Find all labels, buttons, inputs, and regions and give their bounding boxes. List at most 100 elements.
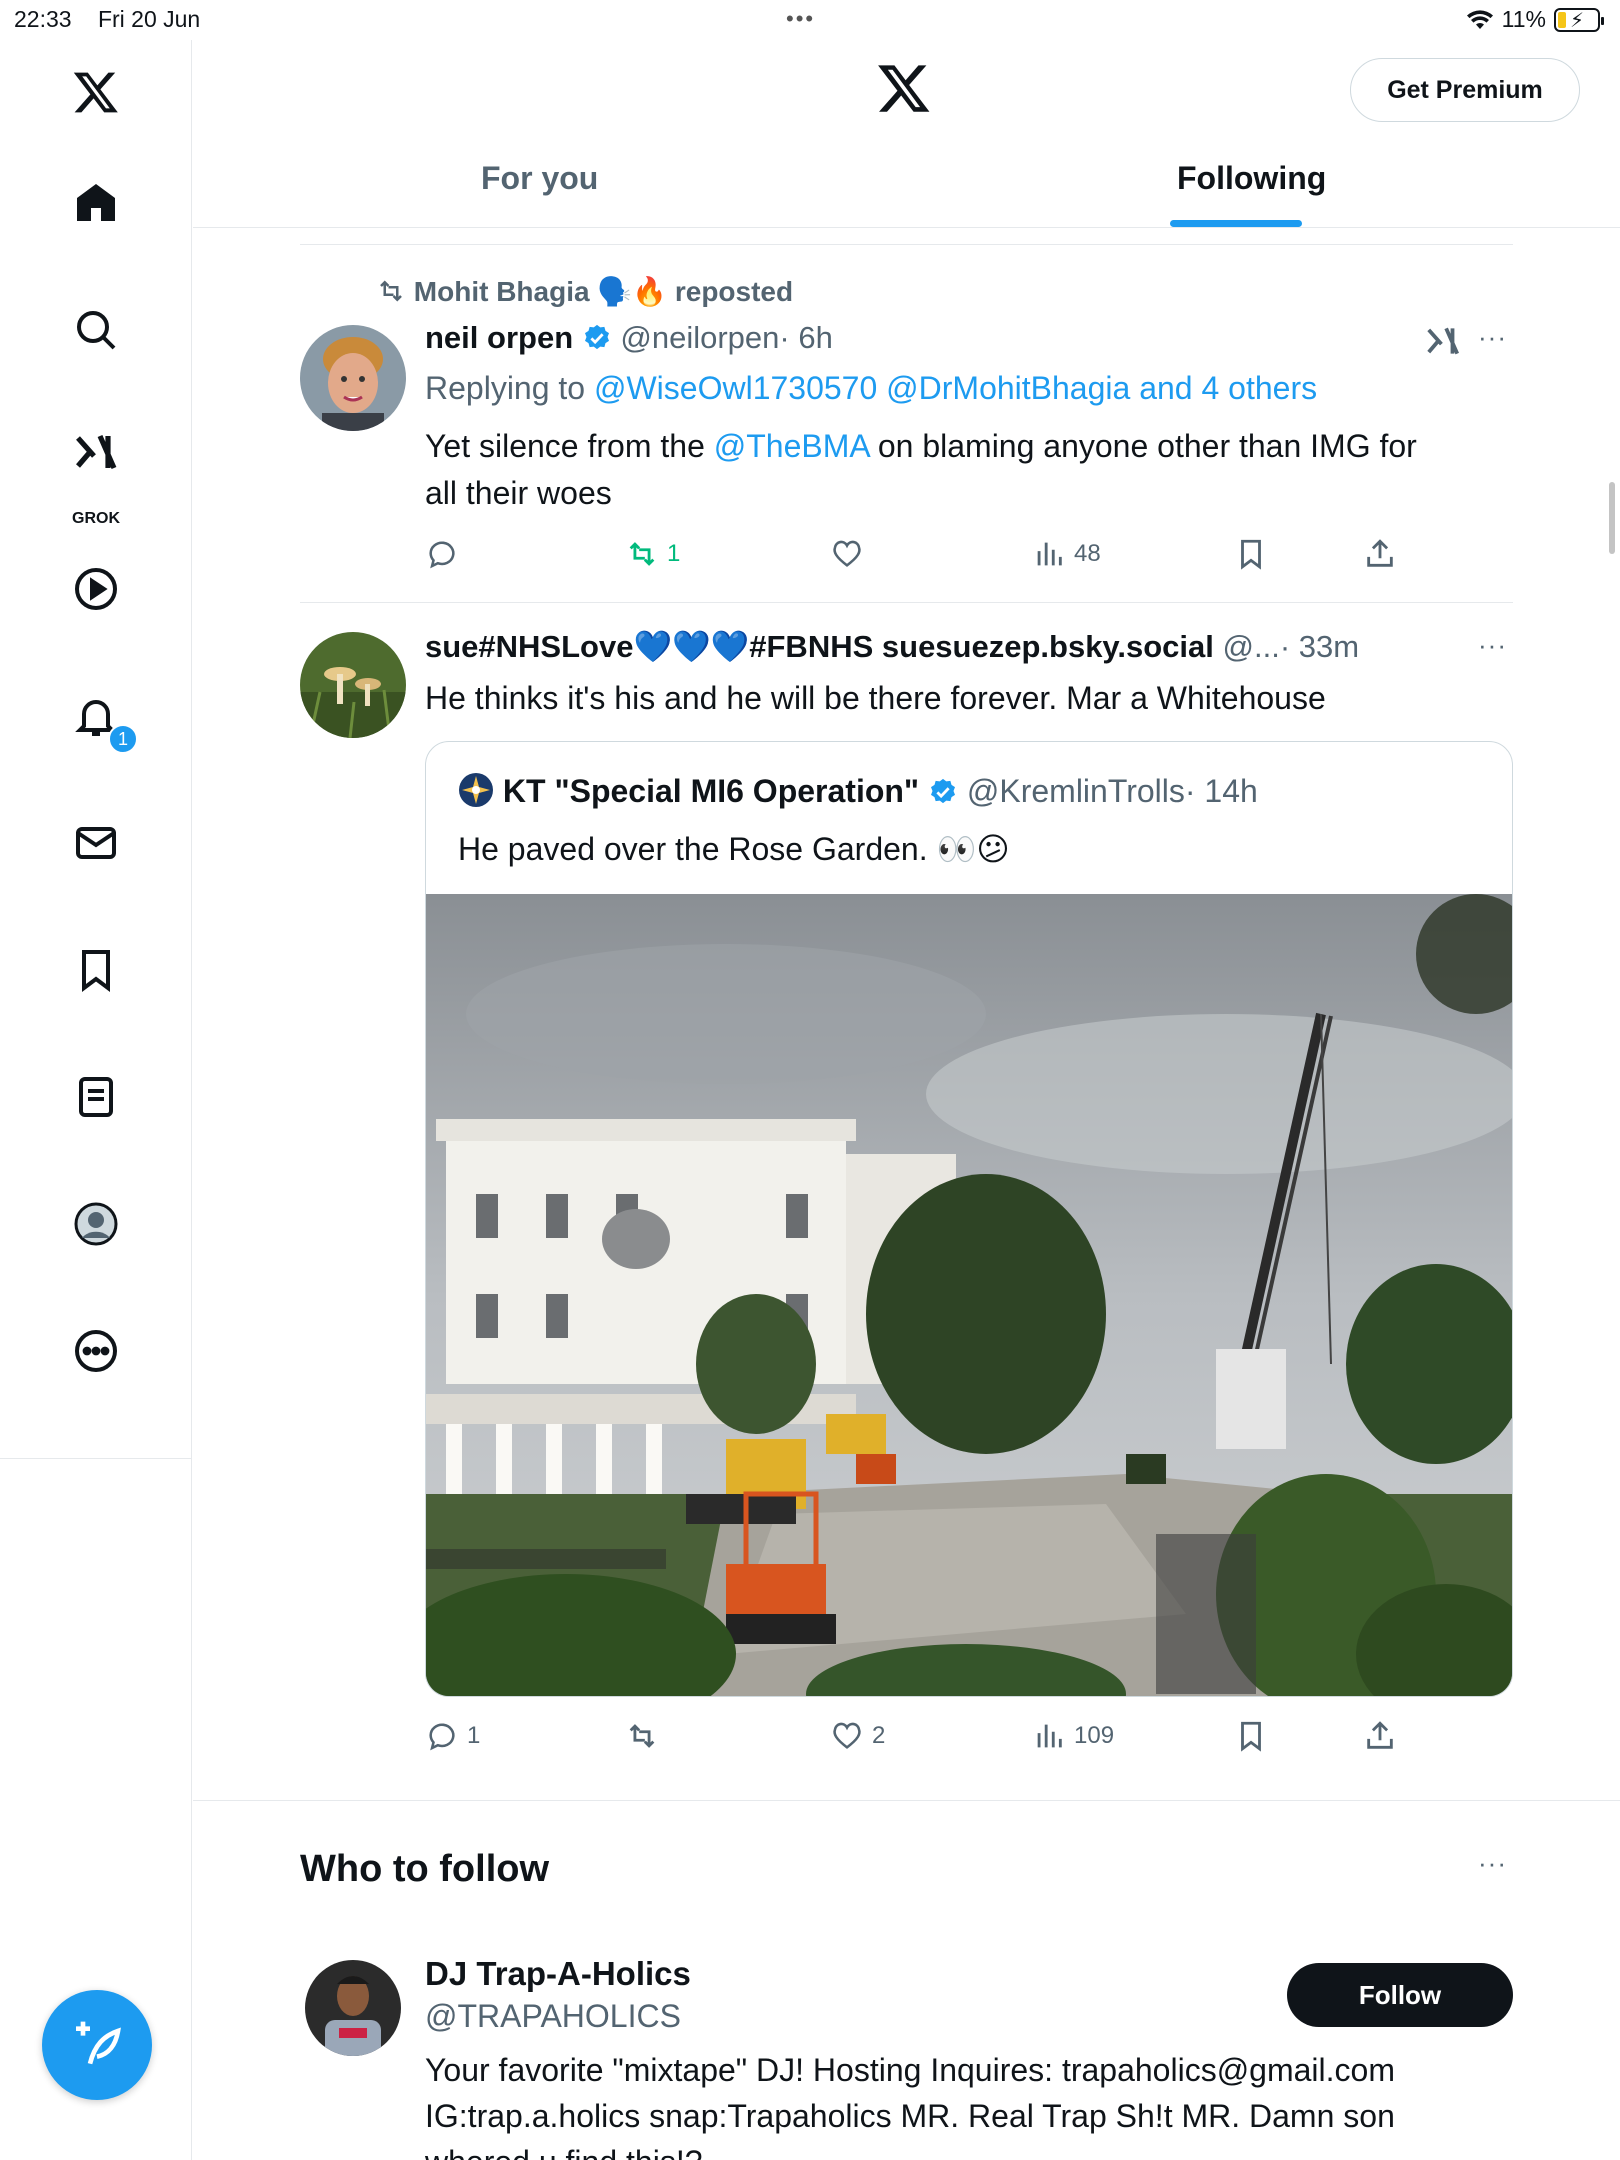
user-bio-line: Your favorite "mixtape" DJ! Hosting Inqu… <box>425 2052 1395 2088</box>
battery-icon: ⚡ <box>1554 7 1604 32</box>
divider <box>300 244 1513 245</box>
share-icon <box>1367 539 1393 567</box>
x-logo-icon[interactable] <box>66 62 126 122</box>
avatar[interactable] <box>300 325 406 431</box>
heart-icon <box>833 540 861 567</box>
user-handle[interactable]: @TRAPAHOLICS <box>425 1998 681 2035</box>
views-icon <box>1037 542 1062 566</box>
tweet-text-part: Yet silence from the <box>425 428 705 464</box>
list-icon[interactable] <box>66 1067 126 1127</box>
author-handle[interactable]: @neilorpen <box>620 320 779 355</box>
share-button[interactable] <box>1363 1719 1397 1753</box>
reply-icon <box>429 541 455 569</box>
grok-label: GROK <box>72 510 120 527</box>
bookmark-button[interactable] <box>1234 1719 1268 1753</box>
replying-to: Replying to @WiseOwl1730570 @DrMohitBhag… <box>425 370 1317 407</box>
get-premium-button[interactable]: Get Premium <box>1350 58 1580 122</box>
like-count: 2 <box>872 1722 886 1749</box>
tab-active-indicator <box>1170 220 1302 227</box>
tweet-author: neil orpen @neilorpen· 6h <box>425 320 833 356</box>
verified-icon <box>930 778 955 804</box>
user-name[interactable]: DJ Trap-A-Holics <box>425 1955 691 1993</box>
x-logo-icon[interactable] <box>876 60 932 121</box>
repost-button[interactable]: 1 <box>625 537 680 571</box>
home-icon[interactable] <box>66 173 126 233</box>
grok-icon[interactable] <box>66 422 126 482</box>
quote-author-handle[interactable]: @KremlinTrolls <box>967 773 1185 809</box>
repost-count: 1 <box>667 540 681 567</box>
bookmark-icon[interactable] <box>66 940 126 1000</box>
quote-author-name[interactable]: KT "Special MI6 Operation" <box>503 773 919 809</box>
user-bio-line: IG:trap.a.holics snap:Trapaholics MR. Re… <box>425 2098 1395 2134</box>
mail-icon[interactable] <box>66 813 126 873</box>
repost-button[interactable] <box>625 1719 659 1753</box>
scrollbar[interactable] <box>1609 482 1615 554</box>
replying-prefix: Replying to <box>425 370 586 406</box>
author-name[interactable]: neil orpen <box>425 320 573 355</box>
replying-mentions[interactable]: @WiseOwl1730570 @DrMohitBhagia and 4 oth… <box>594 370 1317 406</box>
more-icon[interactable] <box>66 1321 126 1381</box>
sidebar: GROK 1 <box>0 40 192 2160</box>
like-button[interactable] <box>830 537 864 571</box>
views-count: 109 <box>1074 1722 1115 1749</box>
heart-icon <box>833 1722 861 1749</box>
quote-author: KT "Special MI6 Operation" @KremlinTroll… <box>458 772 1258 810</box>
tweet-text-part: on blaming anyone other than IMG for <box>877 428 1417 464</box>
reply-icon <box>429 1723 455 1751</box>
reply-count: 1 <box>467 1722 481 1749</box>
status-date: Fri 20 Jun <box>97 6 201 32</box>
reply-button[interactable] <box>425 537 459 571</box>
mention-link[interactable]: @TheBMA <box>714 428 869 464</box>
quote-tweet[interactable]: KT "Special MI6 Operation" @KremlinTroll… <box>425 741 1513 1697</box>
tab-for-you[interactable]: For you <box>481 160 598 197</box>
tweet-text: Yet silence from the @TheBMA on blaming … <box>425 428 1417 465</box>
user-bio-line: whered u find this!? <box>425 2144 703 2160</box>
views-button[interactable]: 48 <box>1032 537 1101 571</box>
tweet-time[interactable]: · 6h <box>779 320 832 355</box>
repost-by[interactable]: Mohit Bhagia 🗣️🔥 <box>414 276 667 307</box>
profile-icon[interactable] <box>66 1194 126 1254</box>
bookmark-icon <box>1241 1721 1261 1752</box>
compose-icon <box>76 2021 121 2065</box>
avatar[interactable] <box>305 1960 401 2056</box>
search-icon[interactable] <box>66 300 126 360</box>
divider <box>300 602 1513 603</box>
author-name[interactable]: sue#NHSLove💙💙💙#FBNHS suesuezep.bsky.soci… <box>425 629 1214 664</box>
like-button[interactable]: 2 <box>830 1719 885 1753</box>
views-icon <box>1037 1724 1062 1748</box>
wifi-icon <box>1466 9 1493 29</box>
avatar[interactable] <box>300 632 406 738</box>
more-options-icon[interactable]: ··· <box>1478 322 1507 353</box>
quote-time[interactable]: · 14h <box>1185 773 1258 809</box>
status-bar: 22:33 Fri 20 Jun ••• 11% ⚡ <box>0 0 1620 40</box>
share-button[interactable] <box>1363 537 1397 571</box>
bookmark-icon <box>1241 539 1261 570</box>
views-button[interactable]: 109 <box>1032 1719 1114 1753</box>
quote-image[interactable] <box>426 894 1512 1696</box>
repost-icon <box>629 542 655 566</box>
author-handle[interactable]: @... <box>1223 629 1280 664</box>
repost-icon <box>629 1724 655 1748</box>
follow-button[interactable]: Follow <box>1287 1963 1513 2027</box>
repost-label: reposted <box>674 276 794 307</box>
header: Get Premium For you Following <box>193 40 1620 228</box>
tweet-time[interactable]: · 33m <box>1280 629 1359 664</box>
quote-text: He paved over the Rose Garden. 👀😕 <box>458 831 1010 867</box>
quote-avatar <box>459 773 493 807</box>
play-icon[interactable] <box>66 559 126 619</box>
battery-percent: 11% <box>1501 6 1546 32</box>
compose-button[interactable] <box>42 1990 152 2100</box>
tab-following[interactable]: Following <box>1177 160 1326 197</box>
bookmark-button[interactable] <box>1234 537 1268 571</box>
grok-icon[interactable] <box>1424 322 1462 365</box>
multitask-dots-icon[interactable]: ••• <box>786 6 815 32</box>
status-time: 22:33 <box>14 6 72 32</box>
more-options-icon[interactable]: ··· <box>1478 630 1507 661</box>
tweet-text-line: all their woes <box>425 475 612 511</box>
reply-button[interactable]: 1 <box>425 1719 480 1753</box>
more-options-icon[interactable]: ··· <box>1478 1848 1507 1879</box>
sidebar-divider <box>0 1458 192 1459</box>
tweet-author: sue#NHSLove💙💙💙#FBNHS suesuezep.bsky.soci… <box>425 628 1359 665</box>
share-icon <box>1367 1721 1393 1749</box>
notification-badge: 1 <box>108 724 138 754</box>
